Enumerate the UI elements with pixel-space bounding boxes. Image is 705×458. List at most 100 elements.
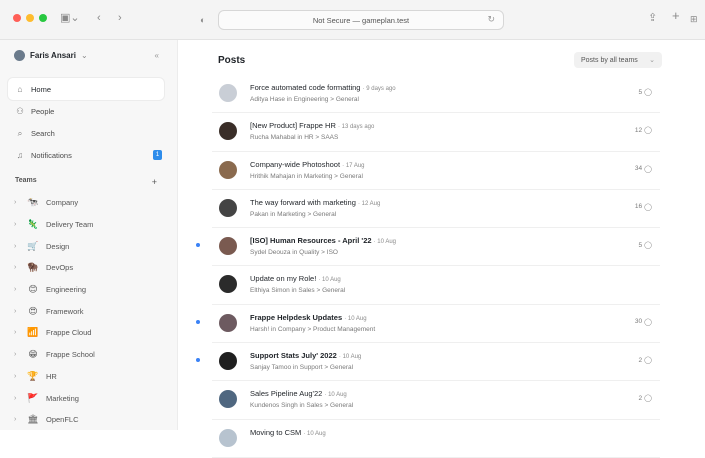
post-title: Company-wide Photoshoot · 17 Aug [250,160,365,169]
post-title: Frappe Helpdesk Updates · 10 Aug [250,313,367,322]
collapse-sidebar-icon[interactable]: « [155,51,159,60]
user-menu[interactable]: Faris Ansari ⌄ [14,50,88,61]
team-label: Frappe School [46,350,95,360]
nav-label: People [31,106,55,116]
sidebar-item-team[interactable]: › 📶 Frappe Cloud [14,322,164,344]
post-title: Sales Pipeline Aug'22 · 10 Aug [250,389,347,398]
zoom-window-button[interactable] [39,14,47,22]
post-row[interactable]: Support Stats July' 2022 · 10 Aug Sanjay … [196,343,660,382]
post-row[interactable]: [ISO] Human Resources - April '22 · 10 A… [196,228,660,267]
address-bar[interactable]: Not Secure — gameplan.test ↻ [218,10,504,30]
nav-label: Home [31,84,52,94]
chevron-right-icon[interactable]: › [14,329,20,336]
avatar [219,237,237,256]
post-row[interactable]: [New Product] Frappe HR · 13 days ago Ruc… [212,113,660,152]
sidebar-item-team[interactable]: › 🏛 OpenFLC [14,409,164,431]
nav-item-home[interactable]: ⌂ Home [8,78,164,100]
filter-label: Posts by all teams [581,56,638,64]
chevron-right-icon[interactable]: › [14,395,20,402]
team-label: HR [46,371,57,381]
post-meta: Pakan in Marketing > General [250,210,337,218]
sidebar-item-team[interactable]: › 😊 Engineering [14,279,164,301]
shield-icon[interactable]: ◐ [200,14,205,26]
sidebar-toggle-icon[interactable]: ▣⌄ [60,12,80,24]
comment-icon: ◯ [644,242,652,250]
post-meta: Aditya Hase in Engineering > General [250,96,359,103]
minimize-window-button[interactable] [26,14,34,22]
comment-count-value: 30 [634,318,643,326]
post-row[interactable]: Force automated code formatting · 9 days… [212,75,660,114]
comment-count-value: 16 [634,203,643,211]
avatar [219,275,237,294]
sidebar-item-team[interactable]: › 🚩 Marketing [14,387,164,409]
chevron-right-icon[interactable]: › [14,416,20,423]
close-window-button[interactable] [13,14,21,22]
page-title: Posts [218,55,246,66]
chevron-down-icon: ⌄ [649,57,655,64]
post-row[interactable]: The way forward with marketing · 12 Aug P… [212,190,660,229]
search-icon: ⌕ [17,127,23,138]
chevron-right-icon[interactable]: › [14,286,20,293]
comment-count-value: 34 [634,165,643,173]
team-emoji-icon: 📶 [27,327,39,338]
chevron-right-icon[interactable]: › [14,221,20,228]
post-row[interactable]: Moving to CSM · 10 Aug [212,420,660,458]
post-date: · 10 Aug [318,277,341,284]
user-name: Faris Ansari [30,51,76,60]
forward-icon[interactable]: › [118,12,122,24]
comment-icon: ◯ [644,127,652,135]
post-list: Force automated code formatting · 9 days… [196,75,660,458]
sidebar-item-team[interactable]: › 🏆 HR [14,366,164,388]
unread-dot [196,319,200,324]
sidebar-item-team[interactable]: › 😍 Framework [14,300,164,322]
notification-count-badge: 1 [153,150,162,160]
posts-filter-select[interactable]: Posts by all teams ⌄ [574,52,662,68]
post-date: · 17 Aug [342,162,365,169]
avatar [219,313,237,332]
comment-count: 34 ◯ [635,165,652,173]
post-row[interactable]: Sales Pipeline Aug'22 · 10 Aug Kundenos S… [212,381,660,420]
bell-icon: ♫ [16,150,24,160]
sidebar-item-team[interactable]: › 🐄 Company [14,192,164,214]
sidebar-item-team[interactable]: › 🦎 Delivery Team [14,214,164,236]
post-title-text: Update on my Role! [250,274,317,284]
post-title-text: Force automated code formatting [250,83,361,92]
nav-label: Search [31,128,55,138]
avatar [219,160,237,179]
post-row[interactable]: Frappe Helpdesk Updates · 10 Aug Harsh! i… [196,305,660,344]
plus-icon[interactable]: + [672,9,680,22]
comment-count: 5 ◯ [638,88,652,97]
chevron-right-icon[interactable]: › [14,373,20,380]
sidebar-item-team[interactable]: › 🛒 Design [14,235,164,257]
nav-item-search[interactable]: ⌕ Search [8,122,164,144]
nav-item-people[interactable]: ⚇ People [8,100,164,122]
post-title: Force automated code formatting · 9 days… [250,83,396,92]
chevron-right-icon[interactable]: › [14,308,20,315]
team-label: Engineering [46,285,87,295]
add-team-icon[interactable]: + [152,177,157,187]
chevron-right-icon[interactable]: › [14,199,20,206]
chevron-right-icon[interactable]: › [14,243,20,250]
sidebar-item-team[interactable]: › 🦬 DevOps [14,257,164,279]
grid-icon[interactable]: ⊞ [690,13,698,25]
team-emoji-icon: 🛒 [27,240,39,251]
chevron-right-icon[interactable]: › [14,351,20,358]
post-title: Support Stats July' 2022 · 10 Aug [250,351,361,360]
share-icon[interactable]: ⇪ [648,12,657,24]
post-row[interactable]: Company-wide Photoshoot · 17 Aug Hrithik … [212,152,660,190]
comment-count-value: 5 [638,241,643,249]
reload-icon[interactable]: ↻ [487,14,495,25]
sidebar-item-team[interactable]: › 😁 Frappe School [14,344,164,366]
comment-count: 30 ◯ [635,318,652,326]
comment-count-value: 2 [638,394,643,402]
chevron-right-icon[interactable]: › [14,264,20,271]
post-title-text: Company-wide Photoshoot [250,159,341,169]
comment-count-value: 5 [638,88,643,96]
comment-count-value: 2 [638,356,643,364]
team-label: Marketing [46,393,79,403]
back-icon[interactable]: ‹ [97,12,101,24]
nav-item-notifications[interactable]: ♫ Notifications 1 [8,144,164,166]
post-date: · 10 Aug [303,430,326,437]
post-row[interactable]: Update on my Role! · 10 Aug Elthiya Simon… [212,266,660,305]
post-date: · 10 Aug [344,315,367,322]
